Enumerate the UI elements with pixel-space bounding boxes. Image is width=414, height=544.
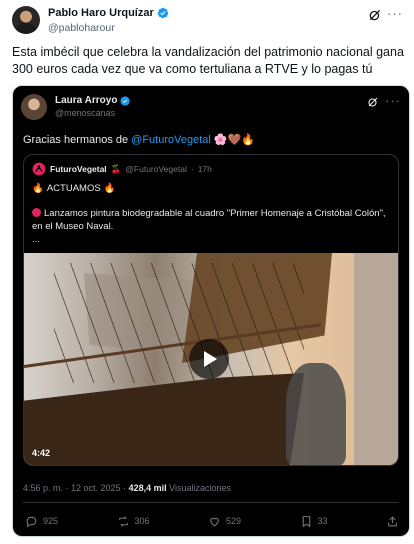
heart-icon: [210, 517, 219, 526]
share-icon: [388, 515, 397, 526]
inner-tweet-text: Gracias hermanos de @FuturoVegetal 🌸🤎🔥: [23, 133, 255, 147]
repost-button: 306: [117, 515, 150, 528]
share-button: [386, 515, 399, 528]
views-count: 428,4 mil: [128, 483, 167, 493]
reply-icon: [26, 516, 37, 527]
action-bar: 925 306 529 33: [25, 512, 399, 530]
inner-emojis: 🌸🤎🔥: [213, 134, 255, 146]
author-handle[interactable]: @pabloharour: [48, 22, 115, 34]
outer-tweet-header: Pablo Haro Urquízar @pabloharour ···: [12, 6, 402, 40]
futurovegetal-logo-icon: [32, 162, 46, 176]
inner-author-handle: @menoscanas: [55, 108, 116, 118]
like-button: 529: [208, 515, 241, 528]
inner-tweet-header: Laura Arroyo @menoscanas ···: [21, 94, 401, 124]
fire-emoji-left: 🔥: [32, 183, 44, 194]
video-person: [286, 363, 346, 465]
reply-button: 925: [25, 515, 58, 528]
play-icon: [189, 339, 229, 379]
inner-author-name: Laura Arroyo: [55, 95, 118, 106]
divider: [23, 502, 399, 503]
inner-verified-badge-icon: [120, 95, 131, 106]
tweet-text: Esta imbécil que celebra la vandalizació…: [12, 45, 404, 76]
repost-icon: [118, 515, 128, 527]
reply-count: 925: [43, 516, 59, 526]
bookmark-icon: [302, 515, 310, 527]
quoted-body-text: Lanzamos pintura biodegradable al cuadro…: [32, 208, 386, 232]
inner-author-name-row: Laura Arroyo: [55, 95, 131, 106]
video-rigging: [54, 263, 304, 383]
inner-text-prefix: Gracias hermanos de: [23, 133, 129, 146]
quoted-headline-text: ACTUAMOS: [46, 183, 101, 194]
bookmark-count: 33: [317, 516, 328, 526]
quoted-author-name: FuturoVegetal: [50, 164, 107, 174]
quoted-tweet-header: FuturoVegetal 🍒 @FuturoVegetal · 17h: [32, 162, 212, 176]
video-player: 4:42: [24, 253, 398, 465]
bookmark-button: 33: [300, 515, 328, 528]
author-name[interactable]: Pablo Haro Urquízar: [48, 7, 154, 19]
video-wall: [354, 253, 398, 465]
quoted-separator: ·: [190, 164, 194, 174]
video-duration: 4:42: [32, 448, 51, 458]
verified-badge-icon: [157, 7, 168, 19]
author-name-row: Pablo Haro Urquízar: [48, 7, 169, 19]
quoted-body: Lanzamos pintura biodegradable al cuadro…: [32, 207, 387, 233]
quoted-tweet: FuturoVegetal 🍒 @FuturoVegetal · 17h 🔥 A…: [23, 154, 399, 466]
avatar[interactable]: [12, 6, 40, 34]
like-count: 529: [226, 516, 242, 526]
inner-avatar: [21, 94, 47, 120]
more-options-icon[interactable]: ···: [387, 7, 403, 20]
quoted-author-handle: @FuturoVegetal: [125, 164, 187, 174]
inner-mention: @FuturoVegetal: [131, 133, 211, 146]
inner-more-options-icon: ···: [385, 93, 401, 108]
red-circle-icon: [32, 208, 41, 217]
timestamp-text: 4:56 p. m. · 12 oct. 2025 ·: [23, 483, 127, 493]
quoted-headline: 🔥 ACTUAMOS 🔥: [32, 183, 116, 194]
embedded-tweet-image[interactable]: Laura Arroyo @menoscanas ··· Gracias her…: [12, 85, 410, 537]
tweet-timestamp: 4:56 p. m. · 12 oct. 2025 · 428,4 mil Vi…: [23, 483, 231, 493]
fire-emoji-right: 🔥: [103, 183, 116, 194]
repost-count: 306: [134, 516, 150, 526]
quoted-name-emoji: 🍒: [110, 163, 122, 174]
quoted-ellipsis: ...: [32, 234, 40, 245]
quoted-time: 17h: [197, 164, 212, 174]
views-label: Visualizaciones: [169, 483, 231, 493]
grok-icon[interactable]: [368, 8, 382, 22]
inner-grok-icon: [368, 97, 378, 107]
